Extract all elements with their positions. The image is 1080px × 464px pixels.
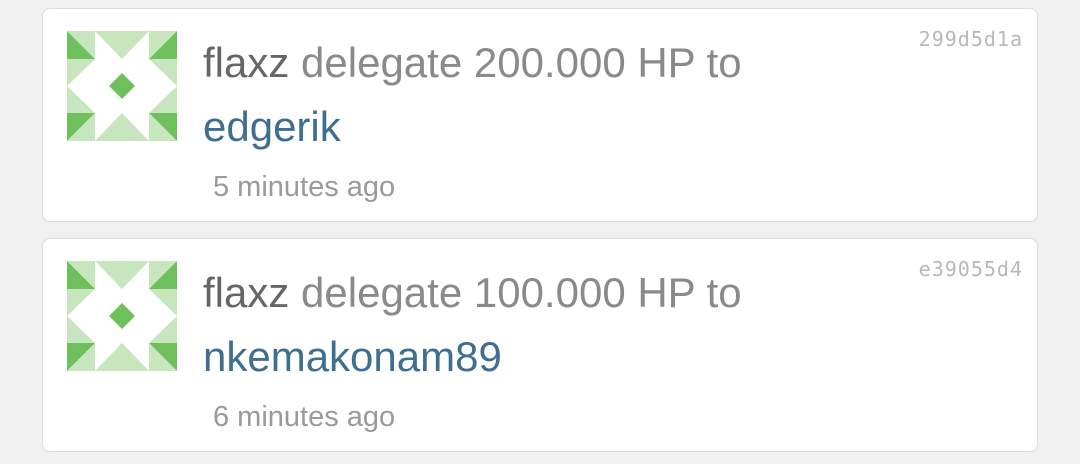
action-text: delegate bbox=[301, 269, 463, 316]
activity-card[interactable]: flaxz delegate 100.000 HP to nkemakonam8… bbox=[42, 238, 1038, 452]
amount-text: 200.000 HP bbox=[473, 39, 695, 86]
identicon-avatar-icon[interactable] bbox=[67, 261, 177, 371]
target-user-link[interactable]: edgerik bbox=[203, 103, 341, 150]
preposition-text: to bbox=[706, 39, 742, 86]
transaction-id[interactable]: e39055d4 bbox=[919, 257, 1023, 281]
transaction-id[interactable]: 299d5d1a bbox=[919, 27, 1023, 51]
identicon-avatar-icon[interactable] bbox=[67, 31, 177, 141]
activity-summary: flaxz delegate 100.000 HP to bbox=[203, 267, 742, 319]
amount-text: 100.000 HP bbox=[473, 269, 695, 316]
target-user-link[interactable]: nkemakonam89 bbox=[203, 333, 502, 380]
user-link[interactable]: flaxz bbox=[203, 39, 289, 86]
user-link[interactable]: flaxz bbox=[203, 269, 289, 316]
activity-summary: flaxz delegate 200.000 HP to bbox=[203, 37, 742, 89]
timestamp: 5 minutes ago bbox=[213, 171, 396, 203]
action-text: delegate bbox=[301, 39, 463, 86]
activity-card[interactable]: flaxz delegate 200.000 HP to edgerik 5 m… bbox=[42, 8, 1038, 222]
preposition-text: to bbox=[706, 269, 742, 316]
timestamp: 6 minutes ago bbox=[213, 401, 396, 433]
